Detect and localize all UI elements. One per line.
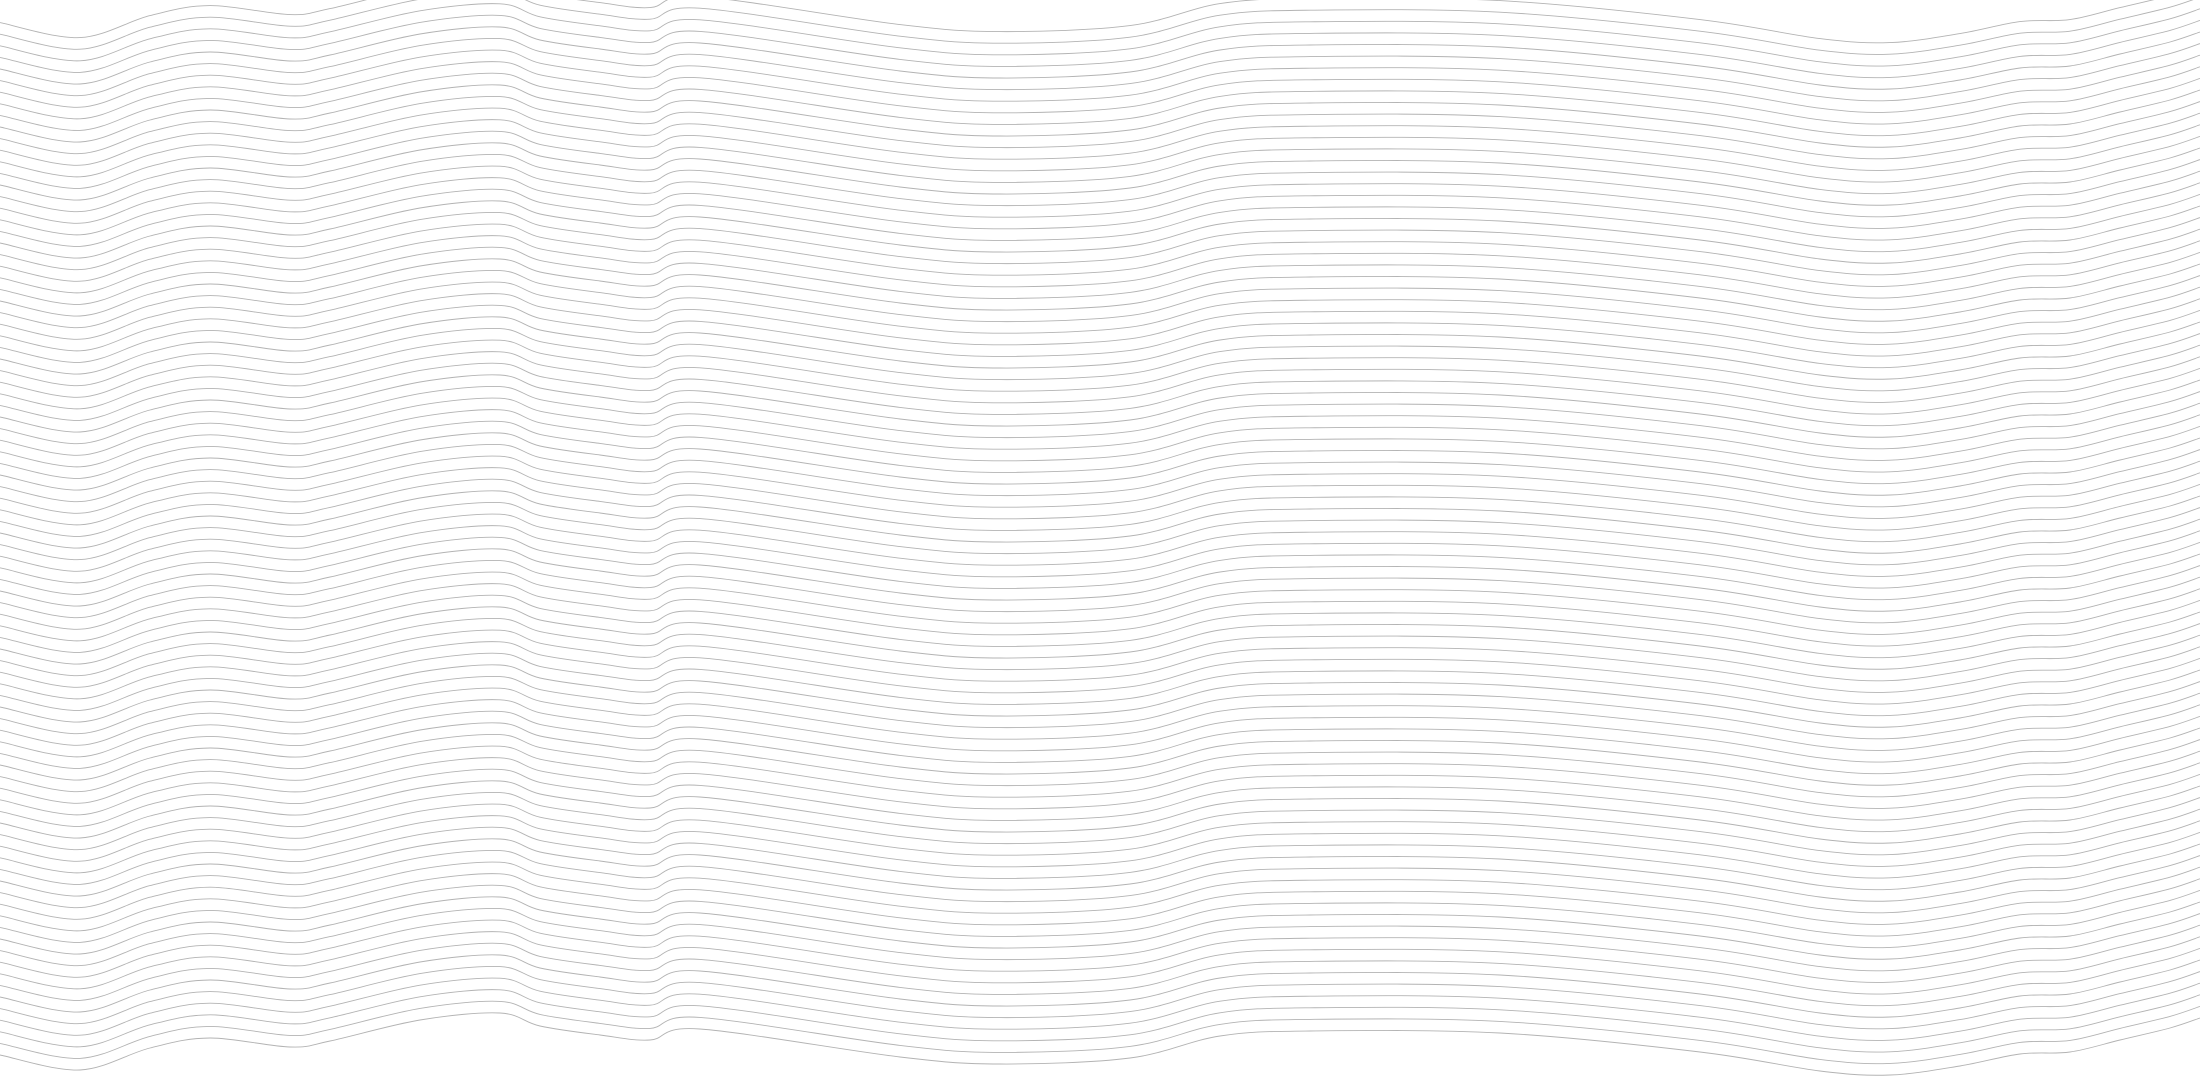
wave-line: [0, 235, 2200, 299]
wave-line: [0, 687, 2200, 751]
wave-line: [0, 942, 2200, 1007]
wave-line: [0, 745, 2200, 809]
wave-line: [0, 617, 2200, 682]
wave-line: [0, 72, 2200, 137]
wave-line: [0, 316, 2200, 380]
wave-line: [0, 14, 2200, 79]
wave-line: [0, 490, 2200, 554]
wave-line: [0, 548, 2200, 612]
wave-line: [0, 710, 2200, 775]
wave-line: [0, 49, 2200, 113]
wave-line: [0, 130, 2200, 195]
wave-line: [0, 165, 2200, 229]
wave-line: [0, 641, 2200, 705]
wave-line: [0, 37, 2200, 102]
wave-line: [0, 675, 2200, 740]
wave-line: [0, 722, 2200, 786]
wave-line: [0, 733, 2200, 798]
wave-line: [0, 571, 2200, 635]
wave-line: [0, 861, 2200, 925]
wave-line: [0, 200, 2200, 264]
wave-line: [0, 838, 2200, 902]
wave-line: [0, 327, 2200, 392]
wave-pattern-background: [0, 0, 2200, 1078]
wave-line: [0, 0, 2155, 44]
wave-line: [0, 1000, 2200, 1065]
wave-line: [0, 374, 2200, 438]
wave-line: [0, 3, 2200, 67]
wave-line: [0, 896, 2200, 960]
wave-line: [0, 977, 2200, 1041]
wave-line: [0, 84, 2200, 148]
wave-line: [0, 385, 2200, 450]
wave-line: [0, 269, 2200, 334]
wave-line: [0, 188, 2200, 253]
wave-line: [0, 281, 2200, 345]
wave-line: [0, 339, 2200, 403]
wave-line: [0, 664, 2200, 728]
wave-line: [0, 791, 2200, 856]
wave-line: [0, 699, 2200, 763]
wave-line: [0, 780, 2200, 844]
wave-line: [0, 931, 2200, 995]
wave-line: [0, 768, 2200, 833]
wave-line: [0, 583, 2200, 647]
wave-line: [0, 293, 2200, 357]
wave-line: [0, 351, 2200, 415]
wave-line: [0, 907, 2200, 972]
wave-line: [0, 304, 2200, 369]
wave-line: [0, 362, 2200, 427]
wave-line: [0, 873, 2200, 937]
wave-line: [0, 815, 2200, 879]
wave-line: [0, 803, 2200, 867]
wave-line: [0, 397, 2200, 461]
wave-line: [0, 177, 2200, 241]
wave-line: [0, 826, 2200, 891]
wave-line: [0, 432, 2200, 496]
wave-line: [0, 884, 2200, 949]
wave-lines-graphic: [0, 0, 2200, 1076]
wave-line: [0, 525, 2200, 589]
wave-line: [0, 142, 2200, 206]
wave-line: [0, 954, 2200, 1018]
wave-line: [0, 153, 2200, 218]
wave-line: [0, 629, 2200, 693]
wave-line: [0, 513, 2200, 577]
wave-line: [0, 849, 2200, 914]
wave-line: [0, 107, 2200, 171]
wave-line: [0, 919, 2200, 983]
wave-line: [0, 536, 2200, 601]
wave-line: [0, 965, 2200, 1030]
wave-line: [0, 443, 2200, 508]
wave-line: [0, 26, 2200, 90]
wave-line: [0, 989, 2200, 1053]
wave-line: [0, 478, 2200, 543]
wave-line: [0, 223, 2200, 287]
wave-line: [0, 757, 2200, 821]
wave-line: [0, 652, 2200, 717]
wave-line: [0, 606, 2200, 670]
wave-line: [0, 455, 2200, 519]
wave-line: [0, 1012, 2200, 1076]
wave-line: [0, 95, 2200, 160]
wave-line: [0, 467, 2200, 531]
wave-line: [0, 409, 2200, 473]
wave-line: [0, 559, 2200, 624]
wave-line: [0, 211, 2200, 276]
wave-line: [0, 258, 2200, 322]
wave-line: [0, 594, 2200, 659]
wave-line: [0, 501, 2200, 566]
wave-line: [0, 119, 2200, 183]
wave-line: [0, 61, 2200, 125]
wave-line: [0, 420, 2200, 485]
wave-line: [0, 246, 2200, 311]
